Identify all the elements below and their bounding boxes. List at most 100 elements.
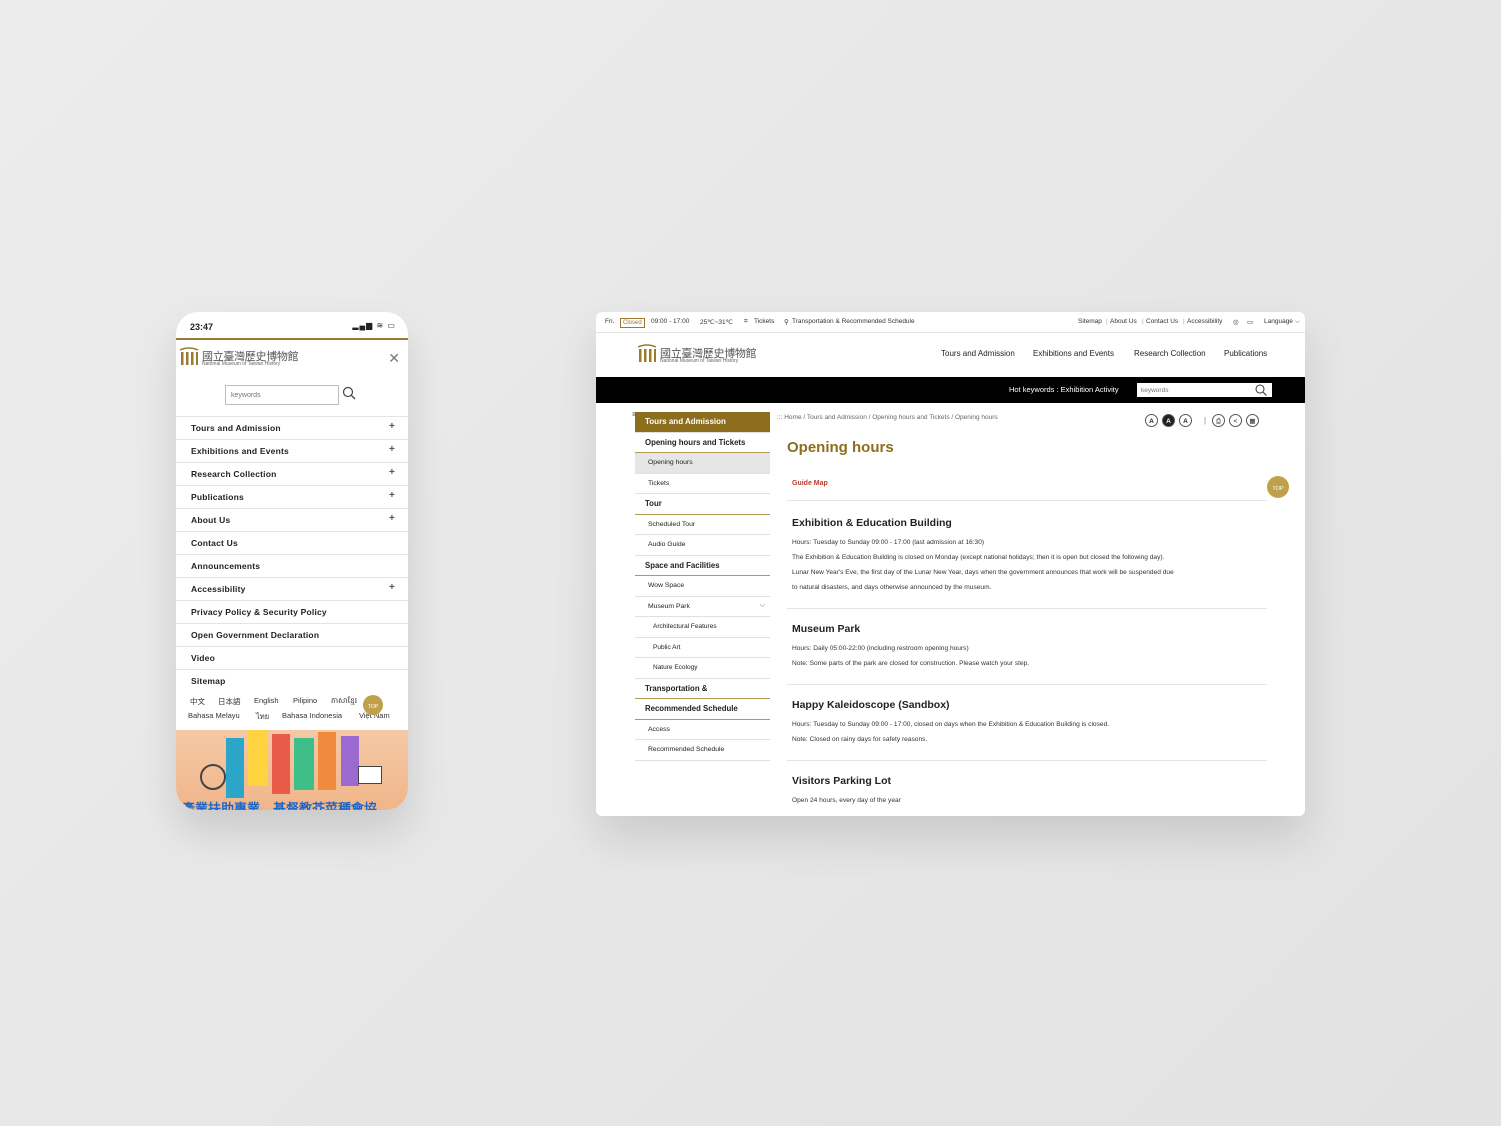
expand-plus-icon[interactable]: +: [389, 444, 395, 455]
sidebar-item-label: Architectural Features: [653, 623, 717, 630]
logo-english-name: National Museum of Taiwan History: [660, 358, 739, 364]
back-to-top-button[interactable]: TOP: [363, 695, 383, 715]
header-divider: [176, 338, 408, 340]
nav-tours[interactable]: Tours and Admission: [941, 349, 1015, 358]
menu-item[interactable]: Research Collection +: [176, 462, 408, 485]
nav-research[interactable]: Research Collection: [1134, 349, 1206, 358]
language-link[interactable]: Bahasa Indonesia: [282, 711, 342, 720]
expand-plus-icon[interactable]: +: [389, 467, 395, 478]
tickets-link[interactable]: Tickets: [754, 318, 774, 325]
menu-item[interactable]: Open Government Declaration: [176, 623, 408, 646]
section-text: Open 24 hours, every day of the year: [792, 797, 901, 804]
expand-plus-icon[interactable]: +: [389, 490, 395, 501]
accessibility-link[interactable]: Accessibility: [1187, 318, 1222, 325]
top-label: TOP: [1272, 486, 1284, 492]
expand-plus-icon[interactable]: +: [389, 582, 395, 593]
main-nav: 國立臺灣歷史博物館 National Museum of Taiwan Hist…: [596, 332, 1305, 377]
font-small-button[interactable]: A: [1145, 414, 1158, 427]
menu-item-label: Publications: [191, 492, 244, 502]
font-large-button[interactable]: A: [1179, 414, 1192, 427]
menu-item-label: Research Collection: [191, 469, 277, 479]
expand-plus-icon[interactable]: +: [389, 421, 395, 432]
video-icon[interactable]: ▭: [1247, 318, 1253, 326]
sidebar-item[interactable]: Tickets: [635, 474, 770, 494]
language-link[interactable]: 日本語: [218, 696, 241, 707]
transport-link[interactable]: Transportation & Recommended Schedule: [792, 318, 915, 325]
sidebar-item[interactable]: Recommended Schedule: [635, 699, 770, 720]
banner-art: [318, 732, 336, 790]
qr-code-icon[interactable]: ▦: [1246, 414, 1259, 427]
guide-map-link[interactable]: Guide Map: [792, 480, 828, 487]
menu-item[interactable]: Exhibitions and Events +: [176, 439, 408, 462]
contact-link[interactable]: Contact Us: [1146, 318, 1178, 325]
section-text: Hours: Daily 05:00-22:00 (including rest…: [792, 645, 969, 652]
menu-item[interactable]: About Us +: [176, 508, 408, 531]
sidebar-item[interactable]: Transportation &: [635, 679, 770, 699]
sidebar-item-label: Public Art: [653, 643, 681, 651]
search-icon[interactable]: [1255, 384, 1267, 396]
sidebar-item[interactable]: Opening hours and Tickets: [635, 433, 770, 453]
divider: [787, 500, 1267, 501]
globe-icon[interactable]: ◎: [1233, 318, 1239, 326]
section-exhibition-building: Exhibition & Education Building Hours: T…: [792, 517, 1174, 595]
sidebar-item[interactable]: Opening hours: [635, 453, 770, 474]
language-link[interactable]: ភាសាខ្មែរ: [331, 696, 357, 707]
sidebar-item[interactable]: Space and Facilities: [635, 556, 770, 576]
sidebar-item[interactable]: Access: [635, 720, 770, 740]
closed-badge: Closed: [620, 318, 645, 328]
ticket-icon: ⌗: [744, 318, 748, 325]
sidebar-item[interactable]: ≡ Tours and Admission: [632, 412, 770, 433]
language-link[interactable]: Bahasa Melayu: [188, 711, 240, 720]
sidebar-item-label: Transportation &: [645, 683, 708, 693]
menu-item-label: Privacy Policy & Security Policy: [191, 607, 327, 617]
day-label: Fri.: [605, 318, 615, 325]
search-icon[interactable]: [342, 386, 356, 400]
language-link[interactable]: English: [254, 696, 279, 705]
museum-logo[interactable]: 國立臺灣歷史博物館 National Museum of Taiwan Hist…: [636, 343, 776, 367]
menu-item[interactable]: Publications +: [176, 485, 408, 508]
sidebar-item[interactable]: Architectural Features: [635, 617, 770, 638]
menu-item[interactable]: Announcements: [176, 554, 408, 577]
menu-item[interactable]: Accessibility +: [176, 577, 408, 600]
menu-item[interactable]: Tours and Admission +: [176, 416, 408, 439]
about-link[interactable]: About Us: [1110, 318, 1137, 325]
chevron-down-icon[interactable]: ⌵: [760, 602, 765, 610]
search-input[interactable]: [1137, 383, 1272, 397]
section-heading: Happy Kaleidoscope (Sandbox): [792, 699, 950, 711]
section-heading: Visitors Parking Lot: [792, 775, 891, 787]
sidebar-item[interactable]: Public Art: [635, 638, 770, 658]
menu-item[interactable]: Privacy Policy & Security Policy: [176, 600, 408, 623]
help-banner[interactable]: 產業扶助專業、基督教芥菜種會協: [176, 730, 408, 810]
expand-plus-icon[interactable]: +: [389, 513, 395, 524]
font-medium-button[interactable]: A: [1162, 414, 1175, 427]
section-text: Note: Some parts of the park are closed …: [792, 660, 1030, 667]
language-dropdown[interactable]: Language: [1264, 318, 1293, 325]
menu-item[interactable]: Video: [176, 646, 408, 669]
language-link[interactable]: ไทย: [256, 711, 269, 723]
share-icon[interactable]: <: [1229, 414, 1242, 427]
language-link[interactable]: Pilipino: [293, 696, 317, 705]
sitemap-link[interactable]: Sitemap: [1078, 318, 1102, 325]
print-icon[interactable]: ⎙: [1212, 414, 1225, 427]
sidebar-item-label: Recommended Schedule: [648, 746, 725, 753]
sidebar-item[interactable]: Nature Ecology: [635, 658, 770, 679]
hot-keywords[interactable]: Hot keywords : Exhibition Activity: [1009, 385, 1119, 394]
sidebar-item[interactable]: Museum Park ⌵: [635, 597, 770, 617]
nav-exhibitions[interactable]: Exhibitions and Events: [1033, 349, 1114, 358]
language-link[interactable]: 中文: [190, 696, 205, 707]
museum-logo[interactable]: 國立臺灣歷史博物館 National Museum of Taiwan Hist…: [178, 346, 318, 372]
section-heading: Exhibition & Education Building: [792, 517, 952, 529]
sidebar-item[interactable]: Wow Space: [635, 576, 770, 597]
sidebar-item[interactable]: Scheduled Tour: [635, 515, 770, 535]
menu-item[interactable]: Sitemap: [176, 669, 408, 692]
nav-publications[interactable]: Publications: [1224, 349, 1267, 358]
menu-item[interactable]: Contact Us: [176, 531, 408, 554]
sidebar-item[interactable]: Recommended Schedule: [635, 740, 770, 761]
sidebar-item[interactable]: Audio Guide: [635, 535, 770, 556]
close-icon[interactable]: ✕: [388, 350, 400, 367]
back-to-top-button[interactable]: TOP: [1267, 476, 1289, 498]
search-input[interactable]: [225, 385, 339, 405]
sidebar-item[interactable]: Tour: [635, 494, 770, 515]
breadcrumb[interactable]: ::: Home / Tours and Admission / Opening…: [777, 414, 998, 421]
sidebar-item-label: Audio Guide: [648, 541, 686, 548]
